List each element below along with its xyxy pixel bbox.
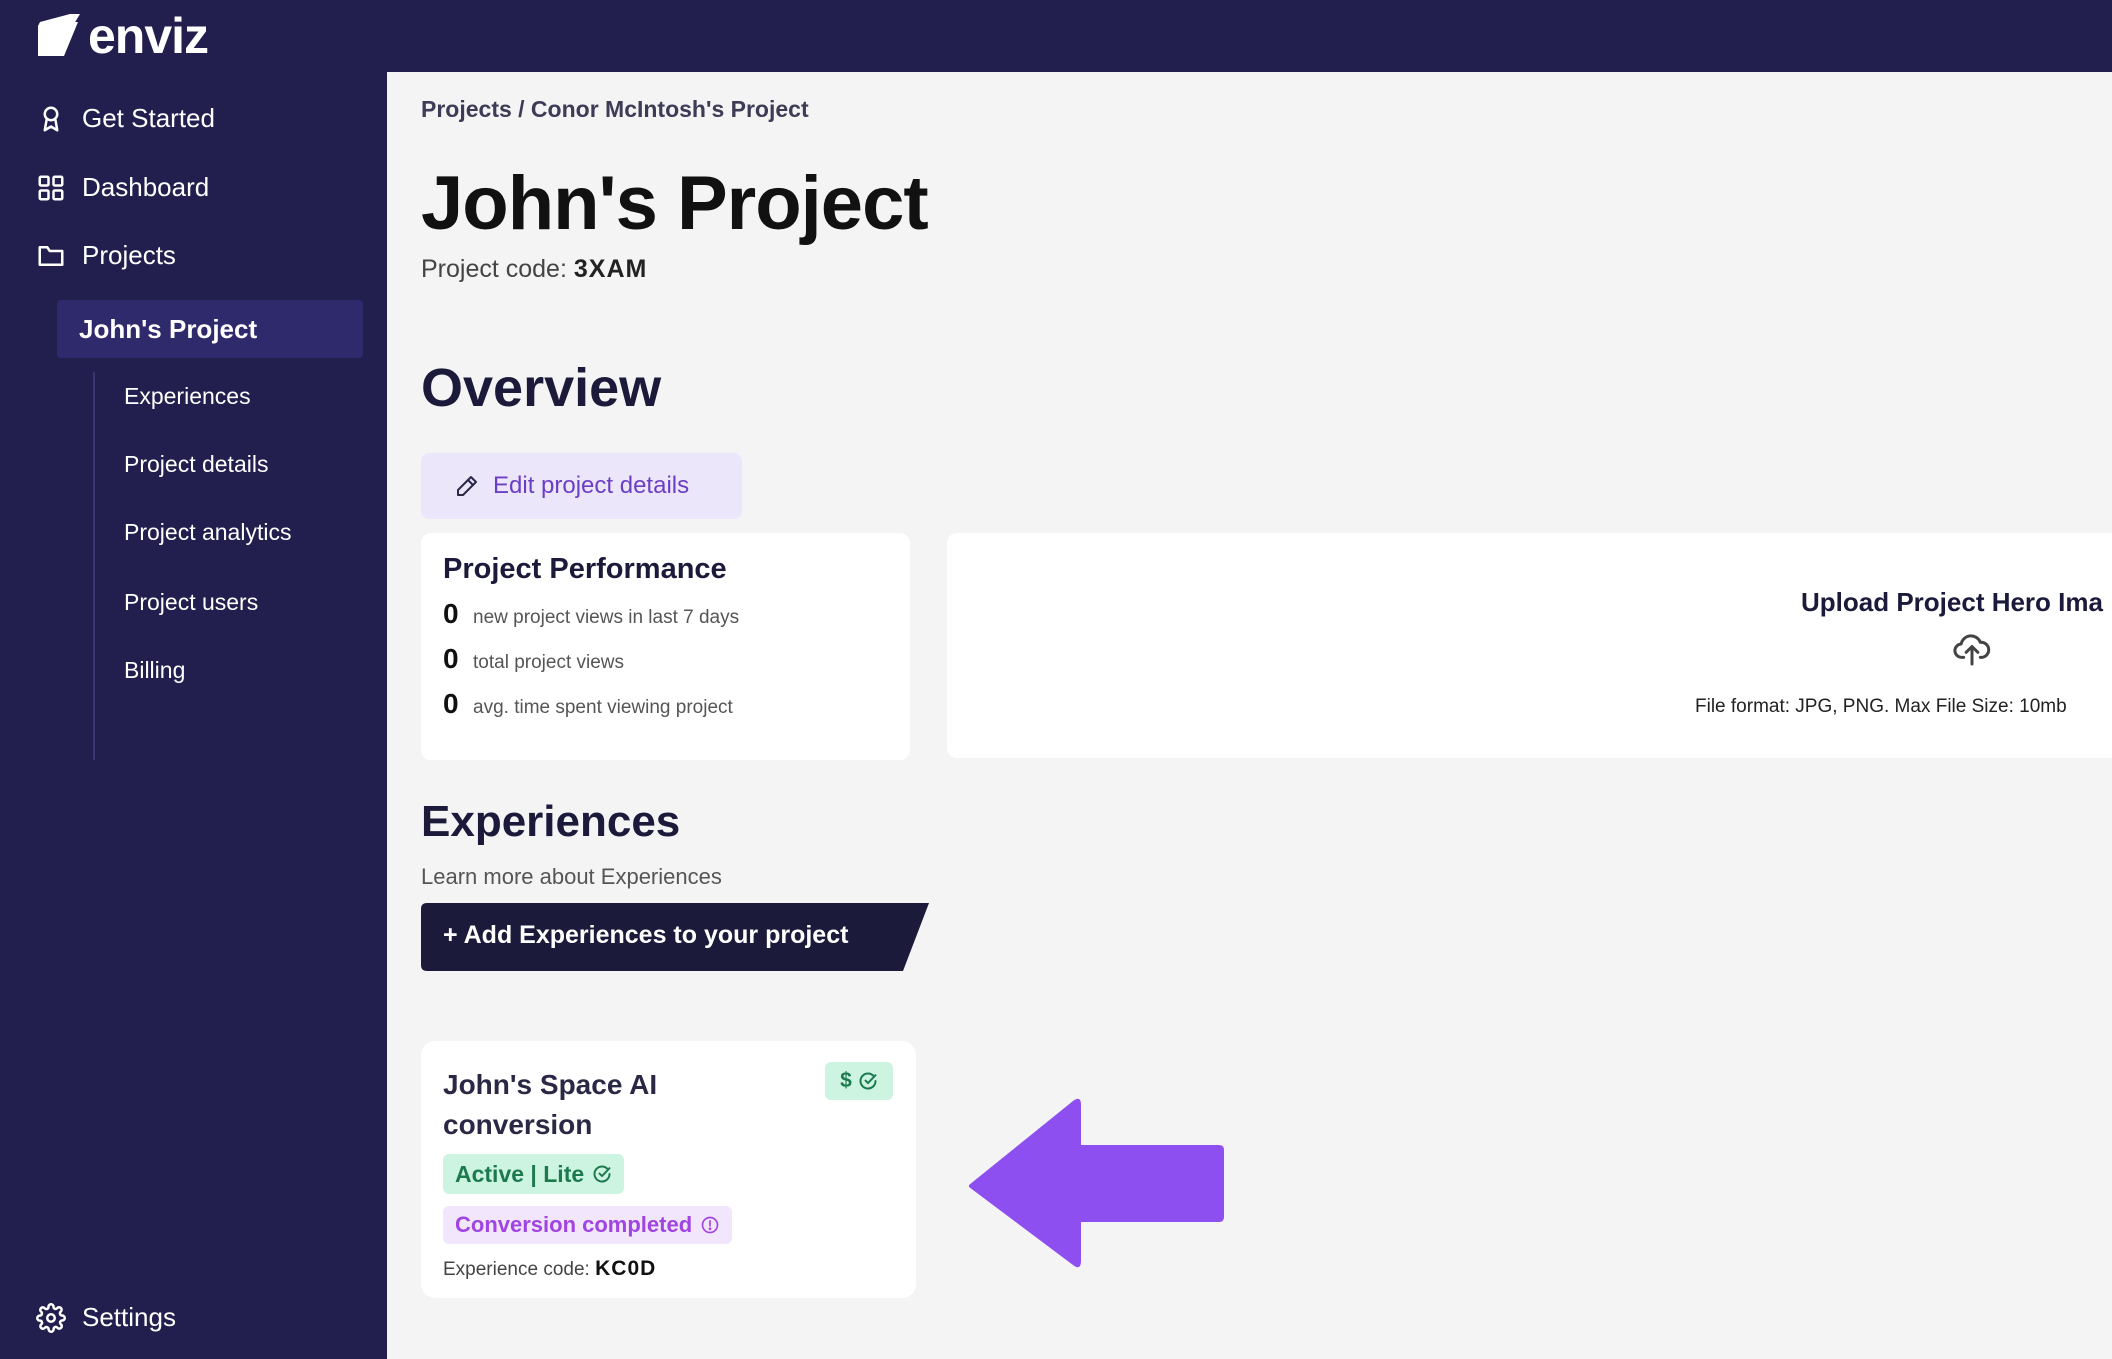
experiences-heading: Experiences — [421, 797, 681, 846]
pencil-icon — [457, 476, 477, 496]
experience-code-value: KC0D — [595, 1257, 657, 1280]
brand-name: enviz — [88, 8, 209, 64]
add-experiences-button[interactable]: + Add Experiences to your project — [421, 903, 929, 971]
sidebar-item-project-users[interactable]: Project users — [124, 589, 258, 616]
brand-logo[interactable]: enviz — [34, 8, 209, 64]
overview-heading: Overview — [421, 358, 662, 418]
stat-value: 0 — [443, 598, 459, 629]
add-experiences-label: + Add Experiences to your project — [443, 921, 849, 949]
award-icon — [43, 106, 59, 131]
pointer-arrow-icon — [969, 1098, 1224, 1268]
status-badge-label: Active | Lite — [455, 1160, 585, 1187]
status-badge: Active | Lite — [443, 1154, 625, 1194]
sidebar-item-label: Get Started — [82, 103, 215, 133]
performance-stat-row: 0 total project views — [443, 643, 888, 688]
stat-label: total project views — [473, 652, 625, 673]
sidebar-item-get-started[interactable]: Get Started — [36, 103, 215, 134]
page-title: John's Project — [421, 161, 929, 246]
subnav-divider — [93, 372, 95, 760]
upload-hint: File format: JPG, PNG. Max File Size: 10… — [1695, 696, 2067, 717]
upload-hero-image-dropzone[interactable]: Upload Project Hero Ima File format: JPG… — [947, 533, 2112, 758]
info-icon — [701, 1216, 719, 1234]
sidebar-item-active-project[interactable]: John's Project — [57, 300, 363, 358]
paid-badge: $ — [825, 1062, 893, 1100]
top-bar: enviz — [0, 0, 2112, 72]
sidebar-item-dashboard[interactable]: Dashboard — [36, 172, 209, 203]
experience-code-label: Experience code: — [443, 1259, 590, 1280]
stat-label: avg. time spent viewing project — [473, 697, 733, 718]
sidebar-item-experiences[interactable]: Experiences — [124, 383, 251, 410]
edit-project-details-button[interactable]: Edit project details — [421, 453, 742, 519]
sidebar-item-project-details[interactable]: Project details — [124, 451, 268, 478]
stat-value: 0 — [443, 688, 459, 719]
stat-label: new project views in last 7 days — [473, 607, 740, 628]
check-circle-icon — [859, 1072, 877, 1090]
performance-stat-row: 0 new project views in last 7 days — [443, 598, 888, 643]
edit-project-details-label: Edit project details — [493, 472, 690, 499]
performance-stat-row: 0 avg. time spent viewing project — [443, 688, 888, 733]
learn-more-link[interactable]: Learn more about Experiences — [421, 864, 722, 890]
sidebar-item-projects[interactable]: Projects — [36, 240, 176, 271]
main-content: Projects / Conor McIntosh's Project John… — [387, 72, 2112, 1359]
sidebar-item-settings[interactable]: Settings — [36, 1302, 176, 1333]
breadcrumb[interactable]: Projects / Conor McIntosh's Project — [421, 96, 809, 123]
conversion-status-badge: Conversion completed — [443, 1206, 733, 1244]
experience-title: John's Space AI conversion — [443, 1069, 658, 1140]
experience-code: Experience code: KC0D — [443, 1257, 656, 1281]
sidebar-item-label: Dashboard — [82, 172, 210, 202]
sidebar-item-billing[interactable]: Billing — [124, 657, 185, 684]
project-code-value: 3XAM — [573, 255, 648, 283]
sidebar-item-label: Projects — [82, 240, 176, 270]
project-code-label: Project code: — [421, 255, 567, 283]
performance-title: Project Performance — [443, 553, 727, 585]
experience-card[interactable]: John's Space AI conversion $ Active | Li… — [421, 1041, 916, 1298]
project-code: Project code: 3XAM — [421, 255, 647, 284]
folder-icon — [38, 245, 64, 266]
conversion-status-label: Conversion completed — [455, 1212, 693, 1237]
sidebar-item-project-analytics[interactable]: Project analytics — [124, 519, 291, 546]
project-performance-card: Project Performance 0 new project views … — [421, 533, 910, 760]
gear-icon — [36, 1302, 66, 1333]
paid-badge-label: $ — [840, 1069, 852, 1092]
logo-mark-icon — [38, 14, 80, 56]
grid-icon — [38, 175, 64, 200]
sidebar: Get Started Dashboard Projects John's Pr… — [0, 72, 387, 1359]
upload-title: Upload Project Hero Ima — [1801, 587, 2103, 617]
cloud-upload-icon — [1953, 634, 1991, 666]
stat-value: 0 — [443, 643, 459, 674]
check-circle-icon — [593, 1165, 611, 1183]
settings-label: Settings — [82, 1302, 176, 1332]
